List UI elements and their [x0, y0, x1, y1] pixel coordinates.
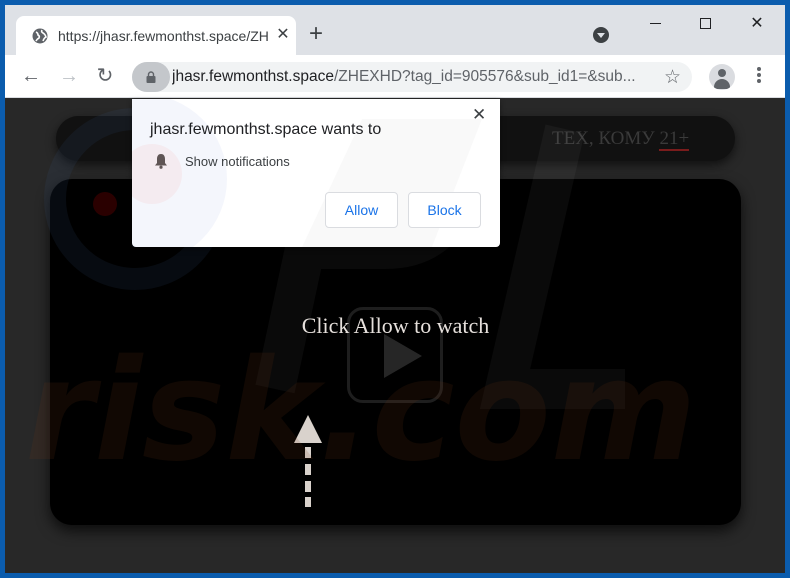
kebab-menu-icon[interactable]	[749, 67, 769, 87]
globe-icon	[32, 28, 48, 44]
block-button[interactable]: Block	[408, 192, 481, 228]
allow-button[interactable]: Allow	[325, 192, 398, 228]
browser-toolbar: ← → ↻ jhasr.fewmonthst.space/ZHEXHD?tag_…	[5, 55, 785, 98]
lock-icon	[146, 71, 156, 83]
bookmark-star-icon[interactable]: ☆	[664, 66, 681, 89]
tab-close-icon[interactable]: ✕	[273, 25, 293, 45]
url-host: jhasr.fewmonthst.space	[172, 68, 334, 85]
minimize-button[interactable]	[635, 11, 675, 37]
url-text[interactable]: jhasr.fewmonthst.space/ZHEXHD?tag_id=905…	[172, 68, 652, 86]
tab-active[interactable]: https://jhasr.fewmonthst.space/ZHEXHD?ta…	[16, 16, 296, 56]
browser-window: https://jhasr.fewmonthst.space/ZHEXHD?ta…	[5, 5, 785, 573]
maximize-button[interactable]	[685, 11, 725, 37]
banner-prefix: ТЕХ, КОМУ	[552, 128, 660, 149]
profile-avatar-icon[interactable]	[709, 64, 735, 90]
age-label: 21+	[659, 128, 690, 151]
up-arrow-icon	[294, 415, 322, 507]
play-icon	[384, 334, 422, 378]
minimize-icon	[649, 23, 661, 25]
permission-text: Show notifications	[185, 154, 290, 169]
popup-title: jhasr.fewmonthst.space wants to	[150, 121, 382, 138]
reload-button[interactable]: ↻	[91, 63, 119, 91]
back-button[interactable]: ←	[17, 63, 45, 91]
popup-close-icon[interactable]: ✕	[472, 105, 486, 125]
tab-title: https://jhasr.fewmonthst.space/ZHEXHD?ta…	[58, 28, 268, 44]
site-info-button[interactable]	[132, 62, 170, 92]
new-tab-button[interactable]: +	[304, 22, 328, 47]
notification-permission-popup: ✕ jhasr.fewmonthst.space wants to Show n…	[132, 99, 500, 247]
window-close-button[interactable]: ✕	[737, 11, 777, 37]
banner-text: ТЕХ, КОМУ 21+	[552, 128, 690, 151]
url-path: /ZHEXHD?tag_id=905576&sub_id1=&sub...	[333, 68, 636, 85]
forward-button[interactable]: →	[55, 63, 83, 91]
maximize-icon	[699, 18, 711, 30]
address-bar[interactable]: jhasr.fewmonthst.space/ZHEXHD?tag_id=905…	[132, 62, 692, 92]
tab-strip: https://jhasr.fewmonthst.space/ZHEXHD?ta…	[5, 5, 785, 56]
media-control-icon[interactable]	[593, 27, 609, 43]
click-allow-text: Click Allow to watch	[301, 313, 490, 338]
bell-icon	[155, 154, 167, 169]
